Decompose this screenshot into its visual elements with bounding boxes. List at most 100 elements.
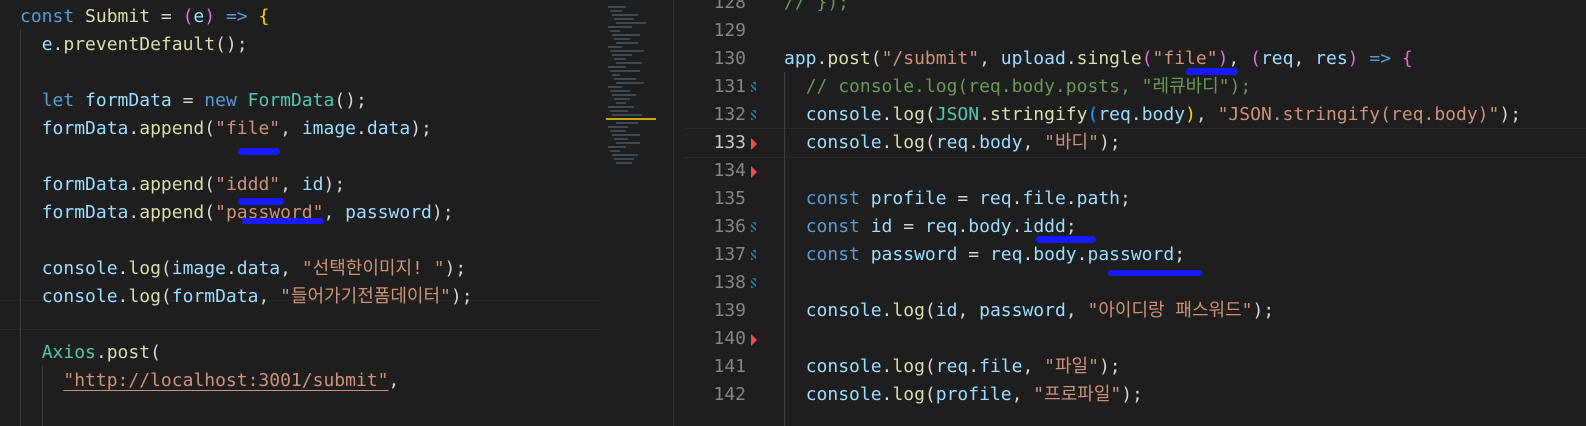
minimap-line <box>608 106 634 108</box>
code-line[interactable] <box>684 157 1586 185</box>
code-token: console <box>805 132 882 153</box>
minimap-line <box>614 38 630 40</box>
code-token: . <box>957 216 969 237</box>
editor-split-divider[interactable] <box>664 0 684 426</box>
minimap-line <box>612 34 640 36</box>
code-token: "파일" <box>1044 356 1099 377</box>
code-line[interactable]: console.log(formData, "들어가기전폼데이터"); <box>0 283 664 311</box>
code-token: { <box>1401 48 1413 69</box>
code-line[interactable]: Axios.post( <box>0 339 664 367</box>
code-token: stringify <box>989 104 1088 125</box>
code-line[interactable]: // console.log(req.body.posts, "레큐바디"); <box>684 73 1586 101</box>
code-token: ); <box>450 286 473 307</box>
code-line[interactable]: console.log(req.body, "바디"); <box>684 129 1586 157</box>
code-line[interactable]: app.post("/submit", upload.single("file"… <box>684 45 1586 73</box>
right-editor-pane[interactable]: 128 129 130 131 132 133 134 135 136 137 138 139 140 1… <box>684 0 1586 426</box>
code-token: . <box>1065 48 1077 69</box>
code-token: "http://localhost:3001/submit" <box>63 370 389 391</box>
code-token: app <box>784 48 817 69</box>
code-token: id <box>870 216 893 237</box>
code-line[interactable]: formData.append("iddd", id); <box>0 171 664 199</box>
code-token: . <box>128 118 140 139</box>
code-line[interactable] <box>684 17 1586 45</box>
minimap-line <box>612 94 636 96</box>
code-token: . <box>816 48 828 69</box>
code-token: ) <box>1347 48 1359 69</box>
code-line[interactable] <box>0 227 664 255</box>
code-token: body <box>968 216 1012 237</box>
code-line[interactable]: e.preventDefault(); <box>0 31 664 59</box>
code-token: profile <box>935 384 1012 405</box>
code-line[interactable]: const Submit = (e) => { <box>0 3 664 31</box>
code-token: body <box>1141 104 1186 125</box>
code-token: . <box>1065 188 1077 209</box>
minimap-line <box>608 126 628 128</box>
code-text: console.log(req.body, "바디"); <box>784 129 1121 157</box>
minimap-line <box>610 70 640 72</box>
code-token: . <box>356 118 367 139</box>
code-line[interactable]: console.log(id, password, "아이디랑 패스워드"); <box>684 297 1586 325</box>
code-line[interactable]: formData.append("password", password); <box>0 199 664 227</box>
code-token: . <box>979 104 990 125</box>
code-token: ( <box>924 384 936 405</box>
minimap[interactable] <box>600 0 664 426</box>
code-line[interactable]: console.log(req.file, "파일"); <box>684 353 1586 381</box>
code-token: profile <box>870 188 947 209</box>
code-line[interactable]: // }); <box>684 0 1586 17</box>
code-token: , <box>1065 300 1088 321</box>
code-token: , <box>1293 48 1316 69</box>
code-token: ( <box>870 48 882 69</box>
code-text: console.log(formData, "들어가기전폼데이터"); <box>20 283 473 311</box>
code-token: post <box>827 48 871 69</box>
code-line[interactable]: const id = req.body.iddd; <box>684 213 1586 241</box>
code-line[interactable] <box>0 143 664 171</box>
code-token: req <box>989 244 1023 265</box>
code-line[interactable] <box>0 311 664 339</box>
code-token: console <box>41 286 118 307</box>
code-token: console <box>805 356 882 377</box>
code-token: , <box>388 370 400 391</box>
code-token: body <box>979 132 1023 153</box>
code-token: "/submit" <box>881 48 980 69</box>
minimap-line <box>614 138 628 140</box>
code-token: => <box>1369 48 1392 69</box>
code-line[interactable]: console.log(image.data, "선택한이미지! "); <box>0 255 664 283</box>
code-text: e.preventDefault(); <box>20 31 248 59</box>
code-token: . <box>881 356 893 377</box>
code-token: const <box>20 6 75 27</box>
code-token: password <box>345 202 432 223</box>
code-text: console.log(JSON.stringify(req.body), "J… <box>784 101 1521 129</box>
code-line[interactable]: "http://localhost:3001/submit", <box>0 367 664 395</box>
code-line[interactable] <box>0 59 664 87</box>
minimap-line <box>614 78 636 80</box>
code-line[interactable]: const profile = req.file.path; <box>684 185 1586 213</box>
left-editor-pane[interactable]: const Submit = (e) => { e.preventDefault… <box>0 0 664 426</box>
code-line[interactable]: let formData = new FormData(); <box>0 87 664 115</box>
code-line[interactable]: console.log(JSON.stringify(req.body), "J… <box>684 101 1586 129</box>
code-text: formData.append("file", image.data); <box>20 115 432 143</box>
code-token: ( <box>204 174 216 195</box>
code-token: , <box>280 258 302 279</box>
code-token: , <box>280 118 302 139</box>
code-line[interactable]: const password = req.body.password; <box>684 241 1586 269</box>
code-token: post <box>106 342 151 363</box>
code-token: ); <box>1098 132 1121 153</box>
annotation-underline-file <box>238 148 280 155</box>
code-token: FormData <box>247 90 335 111</box>
code-text: formData.append("iddd", id); <box>20 171 346 199</box>
code-line[interactable] <box>684 325 1586 353</box>
code-token: . <box>95 342 107 363</box>
code-token: ); <box>1121 384 1143 405</box>
code-line[interactable]: formData.append("file", image.data); <box>0 115 664 143</box>
code-token: => <box>225 6 248 27</box>
code-token: log <box>892 132 925 153</box>
code-line[interactable]: console.log(profile, "프로파일"); <box>684 381 1586 409</box>
